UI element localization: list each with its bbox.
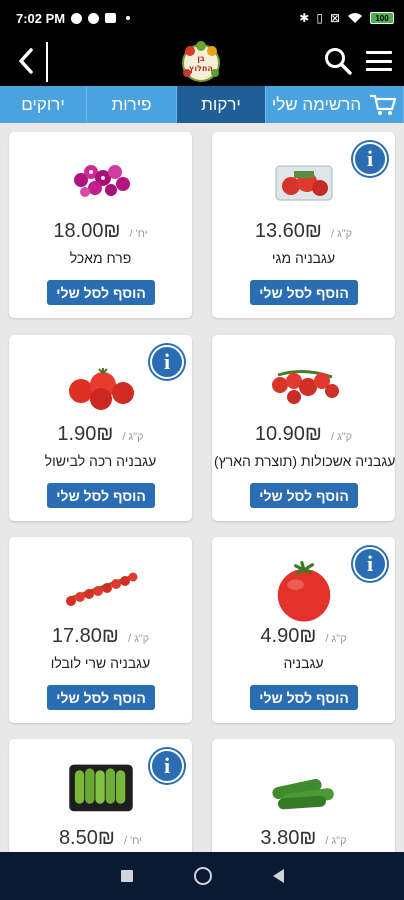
back-button[interactable] xyxy=(10,44,42,78)
product-price: 8.50₪ xyxy=(58,827,115,849)
product-name: עגבניה רכה לבישול xyxy=(44,453,157,469)
product-unit: ק"ג / xyxy=(122,431,144,443)
search-icon xyxy=(325,48,352,75)
product-unit: יח' / xyxy=(123,835,143,847)
product-image xyxy=(68,368,134,410)
product-image xyxy=(271,370,339,404)
product-card[interactable]: ק"ג / 3.80₪ xyxy=(212,739,395,852)
add-to-cart-button[interactable]: הוסף לסל שלי xyxy=(47,483,155,508)
info-icon: i xyxy=(366,551,374,576)
info-button[interactable]: i xyxy=(150,345,184,379)
notification-icon xyxy=(105,13,117,23)
notification-icon xyxy=(88,12,100,24)
search-button[interactable] xyxy=(323,46,353,76)
bluetooth-icon: ✱ xyxy=(299,11,310,25)
product-image xyxy=(277,561,330,622)
notification-icon xyxy=(71,12,83,24)
product-grid: i ק"ג / 13.60₪ עגבניה מגי הוסף לסל שלי י… xyxy=(0,123,404,852)
product-price: 1.90₪ xyxy=(57,423,114,445)
product-image xyxy=(73,165,130,197)
logo-icon: בן החלוץ xyxy=(182,41,220,82)
add-to-cart-button[interactable]: הוסף לסל שלי xyxy=(250,685,358,710)
product-name: עגבניה מגי xyxy=(271,250,336,266)
product-unit: ק"ג / xyxy=(330,228,353,240)
category-tabs: ירוקים פירות ירקות הרשימה שלי xyxy=(0,86,404,123)
product-price: 18.00₪ xyxy=(53,220,121,242)
tab-my-list[interactable]: הרשימה שלי xyxy=(266,86,404,123)
product-price: 10.90₪ xyxy=(254,423,322,445)
info-button[interactable]: i xyxy=(353,142,387,176)
battery-icon: 100 xyxy=(370,12,394,24)
home-icon[interactable] xyxy=(193,867,212,885)
product-card[interactable]: ק"ג / 17.80₪ עגבניה שרי לובלו הוסף לסל ש… xyxy=(9,537,192,723)
product-image xyxy=(275,165,332,201)
product-unit: ק"ג / xyxy=(330,431,353,443)
status-time: 7:02 PM xyxy=(16,10,66,26)
product-image xyxy=(65,572,137,606)
product-name: פרח מאכל xyxy=(69,250,132,266)
product-unit: יח' / xyxy=(129,228,148,240)
recent-apps-icon[interactable] xyxy=(120,870,133,882)
back-triangle-icon[interactable] xyxy=(272,869,284,883)
info-icon: i xyxy=(366,146,374,171)
more-notifications-icon xyxy=(126,16,131,20)
product-price: 13.60₪ xyxy=(254,220,322,242)
info-button[interactable]: i xyxy=(150,749,184,783)
product-card[interactable]: i ק"ג / 13.60₪ עגבניה מגי הוסף לסל שלי xyxy=(212,132,395,318)
shopping-cart-icon xyxy=(370,94,397,115)
hamburger-menu-icon xyxy=(366,51,392,54)
product-name: עגבניה אשכולות (תוצרת הארץ) xyxy=(214,453,396,469)
info-icon: i xyxy=(163,753,171,778)
product-price: 4.90₪ xyxy=(260,625,317,647)
header-divider xyxy=(46,42,48,82)
chevron-left-icon xyxy=(19,48,33,74)
info-button[interactable]: i xyxy=(353,547,387,581)
tab-greens[interactable]: ירוקים xyxy=(0,86,87,123)
svg-text:בן: בן xyxy=(197,54,205,63)
product-card[interactable]: ק"ג / 10.90₪ עגבניה אשכולות (תוצרת הארץ)… xyxy=(212,335,395,521)
product-unit: ק"ג / xyxy=(325,633,347,645)
system-nav-bar xyxy=(0,852,404,900)
vibrate-icon: ▯ xyxy=(316,11,323,25)
product-name: עגבניה xyxy=(283,655,324,671)
info-icon: i xyxy=(163,349,171,374)
tab-vegetables[interactable]: ירקות xyxy=(177,86,266,123)
no-sim-icon: ⊠ xyxy=(329,11,340,25)
store-logo[interactable]: בן החלוץ xyxy=(178,39,224,83)
app-header: בן החלוץ xyxy=(0,36,404,86)
add-to-cart-button[interactable]: הוסף לסל שלי xyxy=(250,280,358,305)
product-image xyxy=(68,764,133,812)
status-bar: 7:02 PM ✱ ▯ ⊠ 100 xyxy=(0,0,404,36)
product-image xyxy=(271,779,334,810)
product-name: עגבניה שרי לובלו xyxy=(50,655,151,671)
product-card[interactable]: i יח' / 8.50₪ xyxy=(9,739,192,852)
product-price: 3.80₪ xyxy=(260,827,317,849)
product-card[interactable]: i ק"ג / 1.90₪ עגבניה רכה לבישול הוסף לסל… xyxy=(9,335,192,521)
tab-fruits[interactable]: פירות xyxy=(87,86,177,123)
menu-button[interactable] xyxy=(364,48,394,74)
add-to-cart-button[interactable]: הוסף לסל שלי xyxy=(47,280,155,305)
product-price: 17.80₪ xyxy=(51,625,119,647)
svg-text:החלוץ: החלוץ xyxy=(189,64,213,73)
product-unit: ק"ג / xyxy=(127,633,150,645)
add-to-cart-button[interactable]: הוסף לסל שלי xyxy=(47,685,155,710)
product-unit: ק"ג / xyxy=(325,835,347,847)
product-card[interactable]: i ק"ג / 4.90₪ עגבניה הוסף לסל שלי xyxy=(212,537,395,723)
add-to-cart-button[interactable]: הוסף לסל שלי xyxy=(250,483,358,508)
product-card[interactable]: יח' / 18.00₪ פרח מאכל הוסף לסל שלי xyxy=(9,132,192,318)
wifi-icon xyxy=(348,13,362,23)
